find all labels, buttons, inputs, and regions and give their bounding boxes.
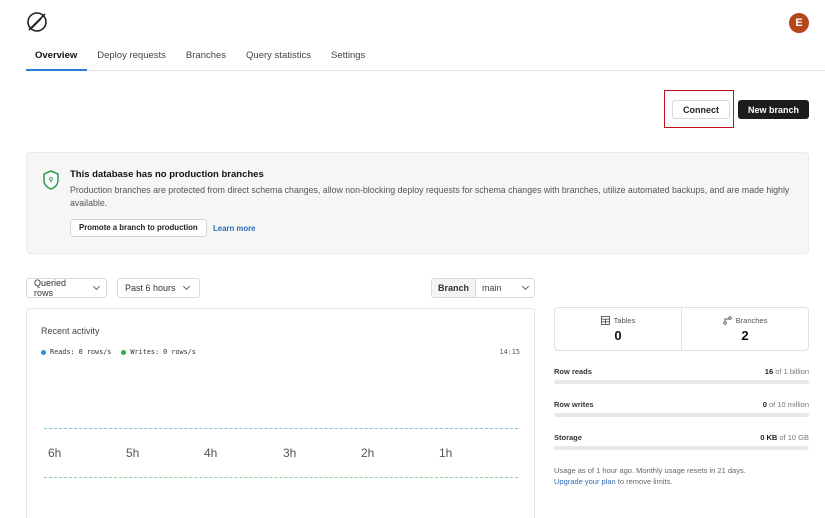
- tables-label: Tables: [613, 315, 636, 325]
- activity-title: Recent activity: [41, 326, 100, 336]
- row-writes-label: Row writes: [554, 400, 594, 409]
- row-reads-limit: of 1 billion: [773, 367, 809, 376]
- x-label: 3h: [283, 446, 297, 460]
- writes-dot-icon: [121, 349, 127, 355]
- activity-legend: Reads: 0 rows/s Writes: 0 rows/s: [41, 348, 206, 356]
- metric-select-value: Queried rows: [34, 278, 67, 298]
- storage-usage: Storage 0 KB of 10 GB: [554, 433, 809, 450]
- promote-branch-button[interactable]: Promote a branch to production: [70, 219, 207, 237]
- storage-limit: of 10 GB: [777, 433, 809, 442]
- activity-time: 14:15: [499, 348, 520, 356]
- branch-icon: [722, 315, 732, 325]
- connect-button[interactable]: Connect: [672, 100, 730, 119]
- tab-deploy-requests[interactable]: Deploy requests: [87, 43, 176, 71]
- storage-used: 0 KB: [760, 433, 778, 442]
- chevron-down-icon: [182, 282, 190, 291]
- row-reads-bar: [554, 380, 809, 384]
- x-label: 5h: [126, 446, 140, 460]
- notice-title: This database has no production branches: [70, 169, 264, 180]
- tab-bar: Overview Deploy requests Branches Query …: [26, 43, 825, 71]
- branch-select-value: main: [482, 283, 502, 293]
- x-label: 2h: [361, 446, 375, 460]
- storage-bar: [554, 446, 809, 450]
- writes-legend: Writes: 0 rows/s: [130, 348, 196, 356]
- metric-select[interactable]: Queried rows: [26, 278, 107, 298]
- tables-count: 0: [614, 327, 622, 343]
- usage-note-text: Usage as of 1 hour ago. Monthly usage re…: [554, 466, 746, 475]
- writes-line: [44, 477, 518, 478]
- tab-settings[interactable]: Settings: [321, 43, 375, 71]
- branch-select-label: Branch: [432, 279, 477, 297]
- storage-label: Storage: [554, 433, 582, 442]
- tab-overview[interactable]: Overview: [26, 43, 88, 71]
- production-notice: This database has no production branches…: [26, 152, 809, 254]
- branches-label: Branches: [735, 315, 768, 325]
- branches-stat[interactable]: Branches 2: [681, 308, 808, 350]
- table-icon: [600, 315, 610, 325]
- shield-icon: [43, 170, 59, 190]
- upgrade-plan-link[interactable]: Upgrade your plan: [554, 477, 616, 486]
- chevron-down-icon: [93, 283, 101, 290]
- x-label: 1h: [439, 446, 453, 460]
- tab-query-statistics[interactable]: Query statistics: [236, 43, 321, 71]
- reads-legend: Reads: 0 rows/s: [50, 348, 112, 356]
- x-label: 6h: [48, 446, 62, 460]
- row-reads-used: 16: [764, 367, 774, 376]
- row-writes-bar: [554, 413, 809, 417]
- upgrade-note-rest: to remove limits.: [615, 477, 673, 486]
- row-writes-limit: of 10 million: [766, 400, 809, 409]
- branches-count: 2: [741, 327, 749, 343]
- avatar[interactable]: E: [789, 13, 809, 33]
- new-branch-button[interactable]: New branch: [738, 100, 809, 119]
- row-reads-usage: Row reads 16 of 1 billion: [554, 367, 809, 384]
- avatar-letter: E: [795, 17, 803, 29]
- learn-more-link[interactable]: Learn more: [213, 224, 255, 233]
- range-select[interactable]: Past 6 hours: [117, 278, 200, 298]
- chevron-down-icon: [521, 282, 530, 291]
- logo-icon[interactable]: [26, 11, 48, 33]
- tables-stat[interactable]: Tables 0: [555, 308, 681, 350]
- recent-activity-panel: Recent activity Reads: 0 rows/s Writes: …: [26, 308, 535, 518]
- row-reads-label: Row reads: [554, 367, 592, 376]
- tab-branches[interactable]: Branches: [176, 43, 236, 71]
- branch-select[interactable]: Branch main: [431, 278, 535, 298]
- reads-line: [44, 428, 518, 429]
- x-label: 4h: [204, 446, 218, 460]
- notice-description: Production branches are protected from d…: [70, 185, 790, 208]
- usage-note: Usage as of 1 hour ago. Monthly usage re…: [554, 465, 746, 487]
- row-writes-usage: Row writes 0 of 10 million: [554, 400, 809, 417]
- stats-card: Tables 0 Branches 2: [554, 307, 809, 351]
- reads-dot-icon: [41, 349, 46, 355]
- range-select-value: Past 6 hours: [125, 283, 176, 293]
